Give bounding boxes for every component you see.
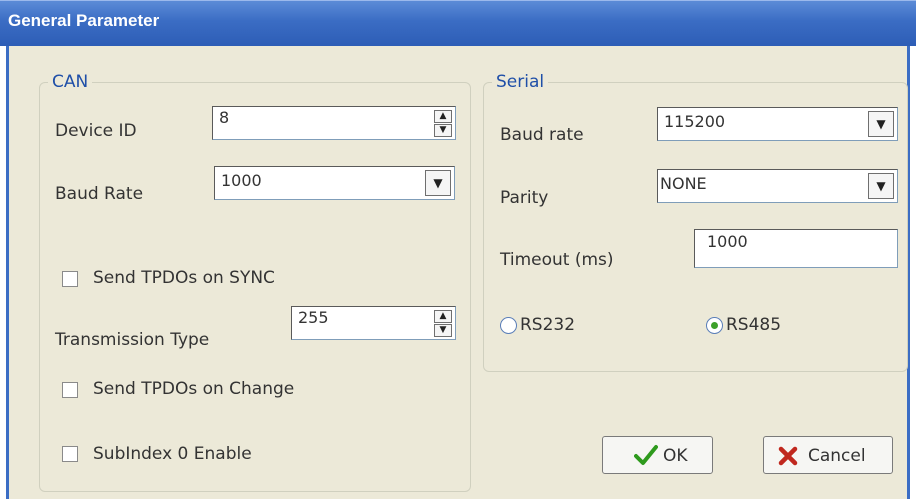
send-tpdos-on-sync-checkbox[interactable] xyxy=(62,271,78,287)
chevron-down-icon[interactable]: ▼ xyxy=(425,170,451,196)
spin-down-icon[interactable]: ▼ xyxy=(434,124,452,137)
transmission-type-spinner[interactable]: 255 ▲ ▼ xyxy=(291,306,456,340)
spin-down-icon[interactable]: ▼ xyxy=(434,324,452,337)
device-id-spin-buttons[interactable]: ▲ ▼ xyxy=(434,110,452,137)
transmission-type-value: 255 xyxy=(298,308,329,327)
parity-label: Parity xyxy=(500,188,549,208)
spin-up-icon[interactable]: ▲ xyxy=(434,310,452,323)
window-title: General Parameter xyxy=(8,11,160,30)
transmission-type-label: Transmission Type xyxy=(55,330,210,350)
serial-group-legend: Serial xyxy=(492,72,549,92)
cancel-button-label: Cancel xyxy=(808,446,866,466)
cancel-button[interactable]: Cancel xyxy=(763,436,893,474)
rs232-radio[interactable] xyxy=(500,317,517,334)
subindex0-enable-checkbox[interactable] xyxy=(62,446,78,462)
ok-button[interactable]: OK xyxy=(602,436,713,474)
send-tpdos-on-change-label[interactable]: Send TPDOs on Change xyxy=(93,379,294,399)
serial-baud-rate-value: 115200 xyxy=(664,112,726,131)
send-tpdos-on-change-checkbox[interactable] xyxy=(62,382,78,398)
timeout-value: 1000 xyxy=(707,232,748,251)
send-tpdos-on-sync-label[interactable]: Send TPDOs on SYNC xyxy=(93,268,275,288)
rs485-radio[interactable] xyxy=(706,317,723,334)
checkmark-icon xyxy=(634,445,658,465)
transmission-type-spin-buttons[interactable]: ▲ ▼ xyxy=(434,310,452,337)
ok-button-label: OK xyxy=(663,446,688,466)
dialog-body: CAN Device ID 8 ▲ ▼ Baud Rate 1000 ▼ Sen… xyxy=(6,46,910,499)
device-id-spinner[interactable]: 8 ▲ ▼ xyxy=(212,106,456,140)
timeout-label: Timeout (ms) xyxy=(500,250,614,270)
device-id-value: 8 xyxy=(219,108,230,127)
timeout-input[interactable]: 1000 xyxy=(694,229,898,268)
device-id-label: Device ID xyxy=(55,121,137,141)
close-icon xyxy=(778,446,798,466)
subindex0-enable-label[interactable]: SubIndex 0 Enable xyxy=(93,444,252,464)
chevron-down-icon[interactable]: ▼ xyxy=(868,111,894,137)
parity-value: NONE xyxy=(660,174,707,193)
spin-up-icon[interactable]: ▲ xyxy=(434,110,452,123)
can-group-legend: CAN xyxy=(48,72,93,92)
rs232-label[interactable]: RS232 xyxy=(520,315,575,335)
title-bar[interactable]: General Parameter xyxy=(0,0,916,46)
radio-selected-dot xyxy=(711,322,718,329)
can-baud-rate-dropdown[interactable]: 1000 ▼ xyxy=(214,166,455,200)
can-baud-rate-value: 1000 xyxy=(221,171,262,190)
serial-baud-rate-dropdown[interactable]: 115200 ▼ xyxy=(657,107,898,141)
serial-baud-rate-label: Baud rate xyxy=(500,125,584,145)
rs485-label[interactable]: RS485 xyxy=(726,315,781,335)
parity-dropdown[interactable]: NONE ▼ xyxy=(657,169,898,203)
can-baud-rate-label: Baud Rate xyxy=(55,184,144,204)
chevron-down-icon[interactable]: ▼ xyxy=(868,173,894,199)
